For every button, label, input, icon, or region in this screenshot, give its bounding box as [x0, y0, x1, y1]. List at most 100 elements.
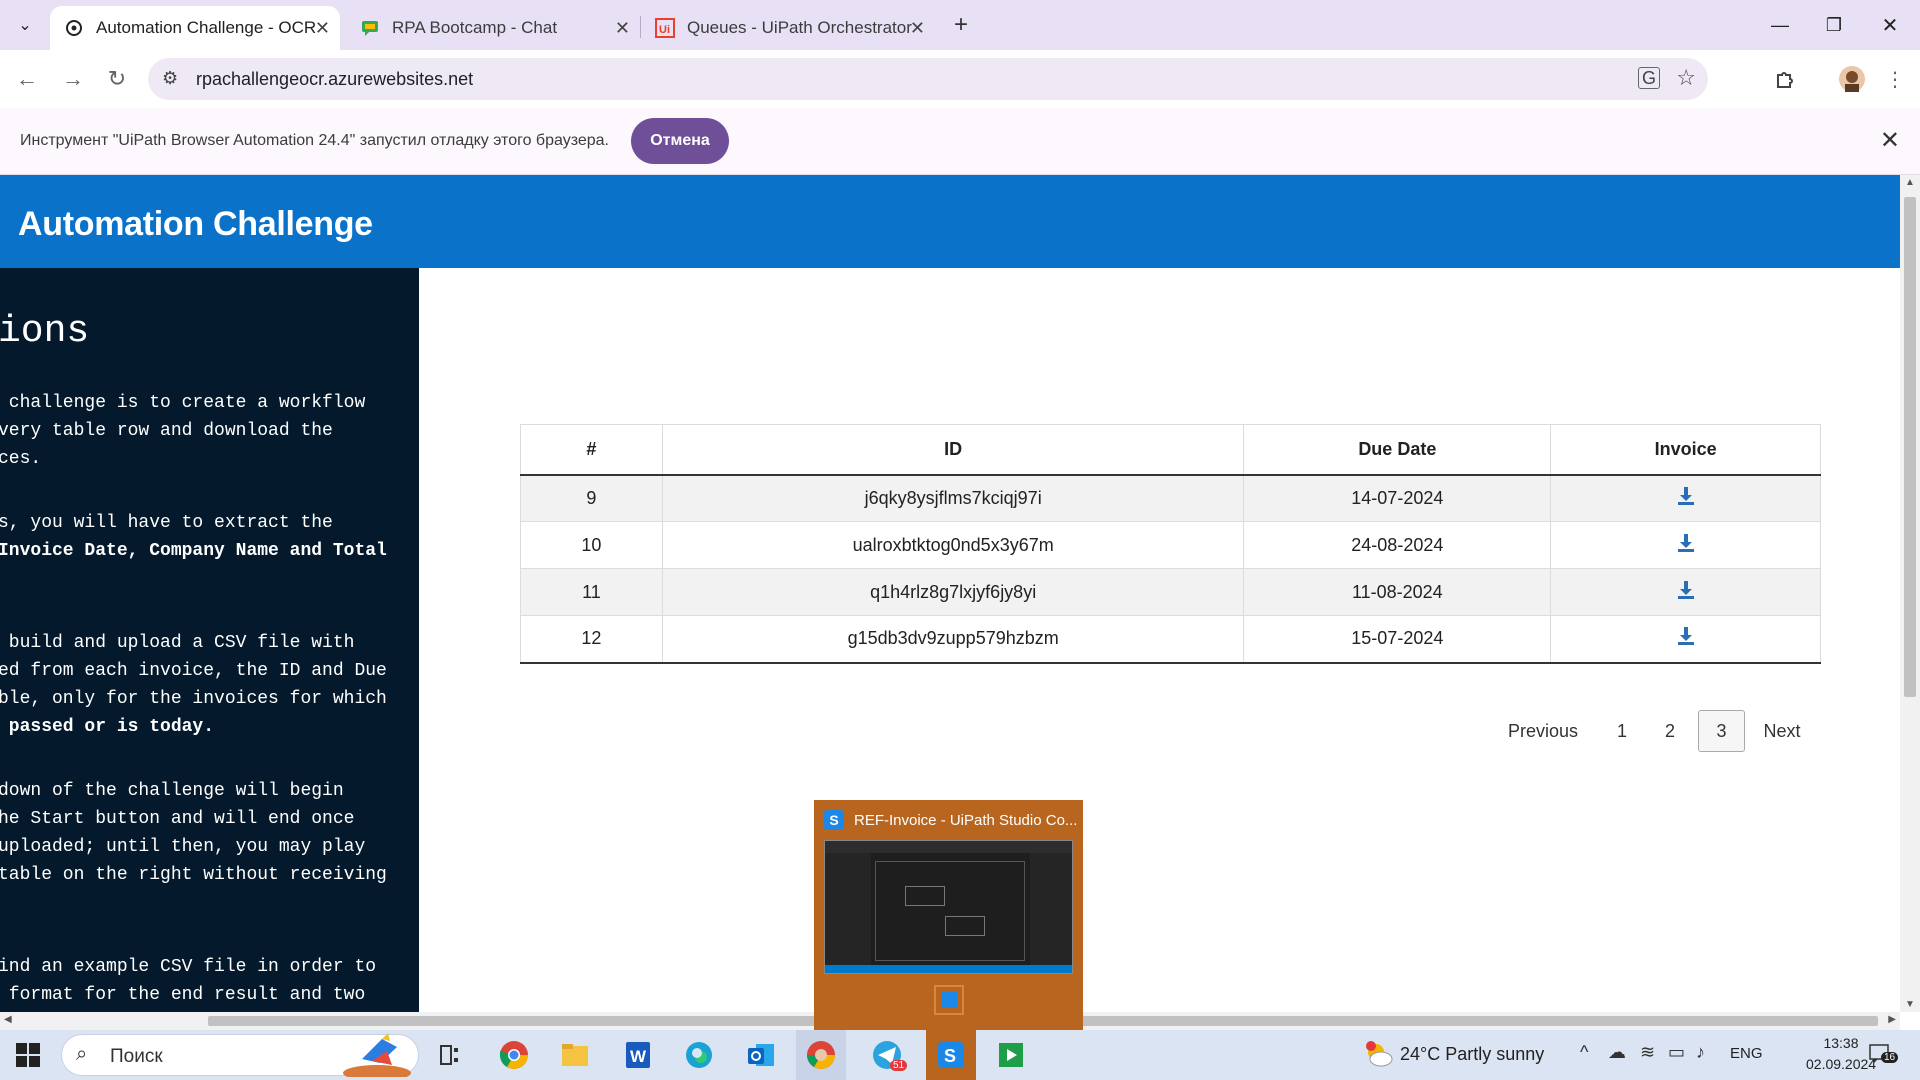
chrome-taskbar-icon[interactable] [495, 1036, 533, 1074]
vertical-scrollbar[interactable]: ▲ ▼ [1900, 175, 1920, 1012]
url-text: rpachallengeocr.azurewebsites.net [196, 69, 474, 89]
row-due-date: 11-08-2024 [1243, 568, 1552, 616]
taskbar-search-input[interactable]: ⌕ Поиск [61, 1033, 419, 1080]
new-tab-plus-icon[interactable]: + [944, 8, 978, 42]
row-invoice-cell [1550, 615, 1821, 664]
preview-stop-button[interactable] [934, 985, 964, 1015]
row-invoice-cell [1550, 521, 1821, 569]
notifications-icon[interactable]: 16 [1868, 1042, 1899, 1066]
file-explorer-icon[interactable] [556, 1036, 594, 1074]
row-number: 10 [520, 521, 663, 569]
download-icon[interactable] [1677, 533, 1695, 553]
close-tab-icon[interactable]: ✕ [910, 18, 925, 39]
instruction-line: uploaded; until then, you may play [0, 837, 366, 857]
weather-icon[interactable] [1364, 1040, 1394, 1075]
instruction-line: he Start button and will end once [0, 809, 355, 829]
scroll-right-arrow-icon[interactable]: ▶ [1888, 1014, 1896, 1025]
pagination-next[interactable]: Next [1756, 710, 1808, 752]
row-due-date: 15-07-2024 [1243, 615, 1552, 664]
word-icon[interactable]: W [618, 1036, 656, 1074]
chrome-profile-taskbar-icon[interactable] [796, 1030, 846, 1080]
table-row: 9 j6qky8ysjflms7kciqj97i 14-07-2024 [520, 474, 1821, 522]
translate-icon[interactable]: G [1637, 67, 1660, 89]
download-icon[interactable] [1677, 626, 1695, 646]
onedrive-icon[interactable]: ☁ [1608, 1042, 1626, 1063]
scroll-down-arrow-icon[interactable]: ▼ [1905, 999, 1915, 1010]
minimize-window-icon[interactable]: — [1752, 0, 1808, 50]
instruction-line: very table row and download the [0, 421, 333, 441]
profile-avatar[interactable] [1835, 62, 1869, 96]
outlook-icon[interactable] [742, 1036, 780, 1074]
task-view-icon[interactable] [430, 1036, 468, 1074]
cancel-debugging-button[interactable]: Отмена [631, 118, 729, 164]
instruction-line: ed from each invoice, the ID and Due [0, 661, 387, 681]
row-invoice-cell [1550, 568, 1821, 616]
clock-date[interactable]: 02.09.2024 [1806, 1056, 1876, 1072]
pagination-page-2[interactable]: 2 [1652, 710, 1688, 752]
preview-window-title: REF-Invoice - UiPath Studio Co... [854, 812, 1078, 829]
back-arrow-icon[interactable]: ← [10, 62, 44, 96]
pagination-page-3-current[interactable]: 3 [1698, 710, 1745, 752]
taskbar-preview-popup[interactable]: S REF-Invoice - UiPath Studio Co... [814, 800, 1083, 1030]
bookmark-star-icon[interactable]: ☆ [1676, 65, 1696, 91]
tab-queues-orchestrator[interactable]: Ui Queues - UiPath Orchestrator ✕ [645, 6, 935, 50]
preview-thumbnail[interactable] [824, 840, 1073, 974]
notification-count-badge: 16 [1881, 1052, 1899, 1063]
windows-start-icon[interactable] [16, 1043, 40, 1072]
forward-arrow-icon[interactable]: → [56, 62, 90, 96]
download-icon[interactable] [1677, 580, 1695, 600]
row-id: ualroxbtktog0nd5x3y67m [661, 521, 1245, 569]
battery-icon[interactable]: ▭ [1668, 1042, 1685, 1063]
instruction-line: down of the challenge will begin [0, 781, 344, 801]
tab-rpa-bootcamp[interactable]: RPA Bootcamp - Chat ✕ [350, 6, 640, 50]
pagination-page-1[interactable]: 1 [1604, 710, 1640, 752]
weather-text[interactable]: 24°C Partly sunny [1400, 1044, 1544, 1065]
volume-icon[interactable]: ♪ [1696, 1042, 1705, 1063]
brand-title: Automation Challenge [18, 205, 373, 243]
extensions-puzzle-icon[interactable] [1768, 62, 1802, 96]
tab-search-chevron-icon[interactable]: ⌄ [8, 8, 42, 42]
restore-window-icon[interactable]: ❐ [1806, 0, 1862, 50]
input-language[interactable]: ENG [1730, 1045, 1763, 1062]
instruction-line: ces. [0, 449, 42, 469]
vertical-scroll-thumb[interactable] [1904, 197, 1916, 697]
instruction-line: build and upload a CSV file with [0, 633, 355, 653]
download-icon[interactable] [1677, 486, 1695, 506]
row-id: j6qky8ysjflms7kciqj97i [661, 474, 1245, 522]
instructions-sidebar: ions challenge is to create a workflow v… [0, 268, 419, 1012]
tab-automation-challenge[interactable]: Automation Challenge - OCR ✕ [50, 6, 340, 50]
instruction-line: s, you will have to extract the [0, 513, 333, 533]
uipath-assistant-icon[interactable] [992, 1036, 1030, 1074]
uipath-studio-icon: S [824, 810, 844, 830]
browser-menu-icon[interactable]: ⋮ [1878, 62, 1912, 96]
row-id: q1h4rlz8g7lxjyf6jy8yi [661, 568, 1245, 616]
close-tab-icon[interactable]: ✕ [315, 18, 330, 39]
close-window-icon[interactable]: ✕ [1862, 0, 1918, 50]
instructions-heading: ions [0, 310, 90, 353]
instruction-line: table on the right without receiving [0, 865, 387, 885]
instruction-line: format for the end result and two [0, 985, 366, 1005]
invoice-table: # ID Due Date Invoice 9 j6qky8ysjflms7kc… [520, 424, 1821, 664]
telegram-icon[interactable]: 51 [868, 1036, 908, 1074]
wifi-icon[interactable]: ≋ [1640, 1042, 1655, 1063]
stop-icon [941, 992, 957, 1008]
uipath-studio-taskbar-icon[interactable]: S [926, 1030, 976, 1080]
column-header-number: # [520, 424, 663, 476]
uipath-tab-icon: Ui [655, 18, 675, 38]
clock-time[interactable]: 13:38 [1806, 1035, 1876, 1051]
close-tab-icon[interactable]: ✕ [615, 18, 630, 39]
reload-icon[interactable]: ↻ [100, 62, 134, 96]
browser-tab-strip: ⌄ Automation Challenge - OCR ✕ RPA Bootc… [0, 0, 1920, 50]
windows-taskbar: ⌕ Поиск W 51 S 24°C Partly sunny ^ ☁ ≋ ▭ [0, 1030, 1920, 1080]
show-hidden-icons-chevron-icon[interactable]: ^ [1580, 1042, 1588, 1063]
edge-icon[interactable] [680, 1036, 718, 1074]
tab-title: Automation Challenge - OCR [96, 18, 317, 37]
scroll-up-arrow-icon[interactable]: ▲ [1905, 177, 1915, 188]
scroll-left-arrow-icon[interactable]: ◀ [4, 1014, 12, 1025]
close-infobar-icon[interactable]: ✕ [1880, 126, 1900, 155]
pagination-previous[interactable]: Previous [1498, 710, 1588, 752]
debugging-infobar: Инструмент "UiPath Browser Automation 24… [0, 108, 1920, 175]
site-settings-icon[interactable]: ⚙ [162, 68, 178, 89]
column-header-invoice: Invoice [1550, 424, 1821, 476]
address-bar[interactable]: ⚙ rpachallengeocr.azurewebsites.net G ☆ [148, 58, 1708, 100]
